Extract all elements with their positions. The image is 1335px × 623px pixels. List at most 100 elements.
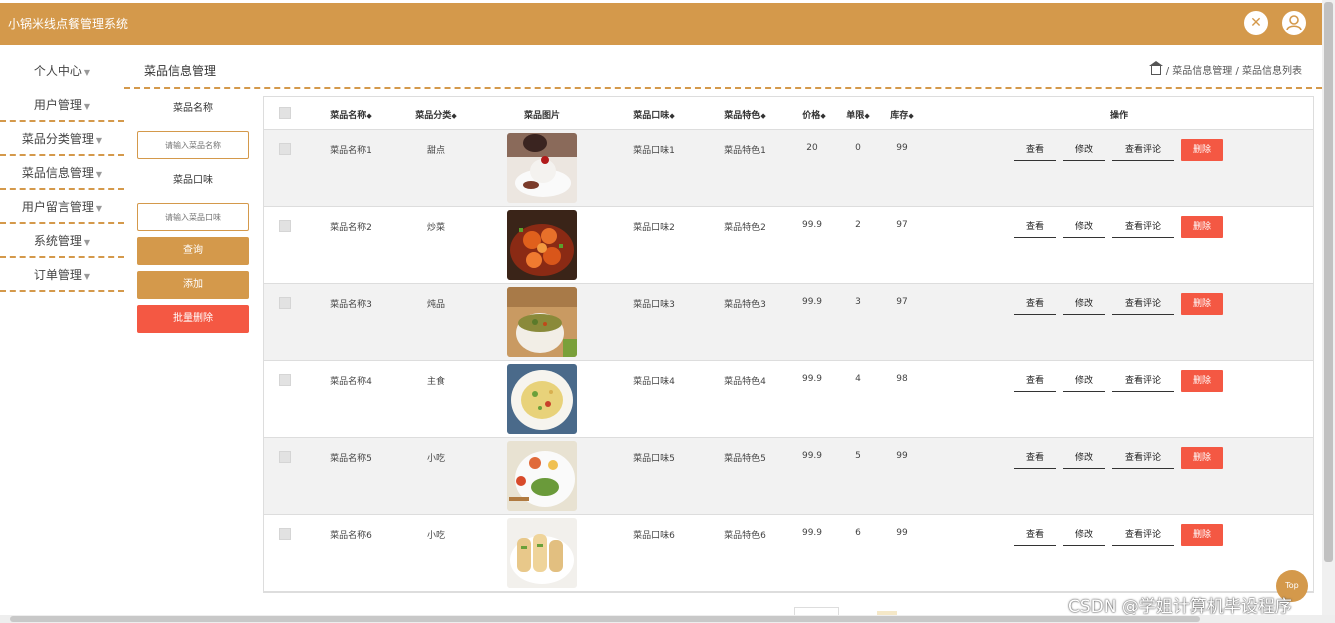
dish-table: 菜品名称◆ 菜品分类◆ 菜品图片 菜品口味◆ 菜品特色◆ 价格◆ 单限◆ 库存◆… (263, 96, 1314, 593)
delete-button[interactable]: 删除 (1181, 139, 1223, 161)
table-row: 菜品名称3 炖品 菜品口味3 菜品特色3 99.9 3 97 查看 修改 查看评… (264, 284, 1313, 361)
sidebar-item-dish-info[interactable]: 菜品信息管理 ▼ (0, 156, 124, 190)
sidebar-item-messages[interactable]: 用户留言管理 ▼ (0, 190, 124, 224)
sort-icon: ◆ (451, 112, 457, 120)
dish-taste-label: 菜品口味 (173, 175, 213, 186)
view-comments-button[interactable]: 查看评论 (1112, 524, 1174, 546)
row-checkbox[interactable] (279, 451, 291, 463)
edit-button[interactable]: 修改 (1063, 447, 1105, 469)
user-icon[interactable] (1282, 11, 1306, 35)
cell-stock: 99 (896, 528, 908, 538)
sidebar-item-label: 菜品信息管理 (21, 166, 94, 180)
col-header-feature[interactable]: 菜品特色◆ (724, 108, 765, 121)
row-checkbox[interactable] (279, 297, 291, 309)
view-button[interactable]: 查看 (1014, 293, 1056, 315)
vertical-scrollbar[interactable] (1322, 0, 1335, 623)
dish-image (507, 364, 577, 434)
cell-taste: 菜品口味3 (633, 300, 675, 310)
chevron-down-icon: ▼ (83, 68, 91, 77)
cell-feature: 菜品特色4 (724, 377, 766, 387)
view-button[interactable]: 查看 (1014, 447, 1056, 469)
col-header-taste[interactable]: 菜品口味◆ (633, 108, 674, 121)
sidebar-item-label: 菜品分类管理 (21, 132, 94, 146)
sort-icon: ◆ (820, 112, 826, 120)
edit-button[interactable]: 修改 (1063, 524, 1105, 546)
table-header: 菜品名称◆ 菜品分类◆ 菜品图片 菜品口味◆ 菜品特色◆ 价格◆ 单限◆ 库存◆… (264, 97, 1313, 130)
cell-category: 小吃 (426, 454, 446, 464)
cell-category: 炖品 (426, 300, 446, 310)
view-comments-button[interactable]: 查看评论 (1112, 370, 1174, 392)
row-checkbox[interactable] (279, 528, 291, 540)
sort-icon: ◆ (366, 112, 372, 120)
col-header-limit[interactable]: 单限◆ (846, 108, 869, 121)
edit-button[interactable]: 修改 (1063, 139, 1105, 161)
delete-button[interactable]: 删除 (1181, 216, 1223, 238)
col-header-stock[interactable]: 库存◆ (890, 108, 913, 121)
cell-stock: 97 (896, 297, 908, 307)
delete-button[interactable]: 删除 (1181, 447, 1223, 469)
cell-limit: 5 (855, 451, 861, 461)
edit-button[interactable]: 修改 (1063, 293, 1105, 315)
col-header-price[interactable]: 价格◆ (802, 108, 825, 121)
dish-name-input[interactable] (137, 131, 249, 159)
view-button[interactable]: 查看 (1014, 216, 1056, 238)
scrollbar-thumb[interactable] (1324, 2, 1333, 562)
cell-feature: 菜品特色1 (724, 146, 766, 156)
sidebar-item-label: 个人中心 (33, 64, 82, 78)
batch-delete-button[interactable]: 批量删除 (137, 305, 249, 333)
col-header-name[interactable]: 菜品名称◆ (330, 108, 371, 121)
cell-price: 99.9 (801, 220, 823, 230)
home-icon[interactable] (1148, 61, 1163, 75)
cell-stock: 98 (896, 374, 908, 384)
cell-taste: 菜品口味1 (633, 146, 675, 156)
delete-button[interactable]: 删除 (1181, 524, 1223, 546)
edit-button[interactable]: 修改 (1063, 216, 1105, 238)
view-comments-button[interactable]: 查看评论 (1112, 216, 1174, 238)
cell-price: 99.9 (801, 374, 823, 384)
select-all-checkbox[interactable] (279, 107, 291, 119)
view-button[interactable]: 查看 (1014, 524, 1056, 546)
cell-category: 炒菜 (426, 223, 446, 233)
col-header-image: 菜品图片 (523, 111, 561, 121)
view-comments-button[interactable]: 查看评论 (1112, 293, 1174, 315)
sidebar-item-users[interactable]: 用户管理 ▼ (0, 88, 124, 122)
view-button[interactable]: 查看 (1014, 370, 1056, 392)
view-comments-button[interactable]: 查看评论 (1112, 447, 1174, 469)
view-comments-button[interactable]: 查看评论 (1112, 139, 1174, 161)
sidebar-item-system[interactable]: 系统管理 ▼ (0, 224, 124, 258)
cell-name: 菜品名称3 (330, 300, 372, 310)
row-checkbox[interactable] (279, 143, 291, 155)
page-header: 菜品信息管理 / 菜品信息管理 / 菜品信息列表 (124, 54, 1322, 89)
search-panel: 菜品名称 菜品口味 查询 添加 批量删除 (137, 96, 249, 339)
sidebar: 个人中心 ▼ 用户管理 ▼ 菜品分类管理 ▼ 菜品信息管理 ▼ 用户留言管理 ▼ 系统管理… (0, 54, 124, 292)
cell-limit: 2 (855, 220, 861, 230)
cell-category: 小吃 (426, 531, 446, 541)
cell-stock: 99 (896, 451, 908, 461)
horizontal-scrollbar[interactable] (0, 615, 1335, 623)
query-button[interactable]: 查询 (137, 237, 249, 265)
scrollbar-thumb[interactable] (10, 616, 1200, 622)
row-checkbox[interactable] (279, 220, 291, 232)
chevron-down-icon: ▼ (95, 136, 103, 145)
add-button[interactable]: 添加 (137, 271, 249, 299)
col-header-category[interactable]: 菜品分类◆ (415, 108, 456, 121)
cell-feature: 菜品特色3 (724, 300, 766, 310)
close-icon[interactable]: ✕ (1244, 11, 1268, 35)
delete-button[interactable]: 删除 (1181, 293, 1223, 315)
chevron-down-icon: ▼ (95, 204, 103, 213)
delete-button[interactable]: 删除 (1181, 370, 1223, 392)
cell-price: 99.9 (801, 451, 823, 461)
dish-taste-input[interactable] (137, 203, 249, 231)
view-button[interactable]: 查看 (1014, 139, 1056, 161)
edit-button[interactable]: 修改 (1063, 370, 1105, 392)
breadcrumb: / 菜品信息管理 / 菜品信息列表 (1148, 61, 1302, 77)
breadcrumb-item[interactable]: 菜品信息管理 (1172, 66, 1232, 77)
sidebar-item-orders[interactable]: 订单管理 ▼ (0, 258, 124, 292)
row-checkbox[interactable] (279, 374, 291, 386)
sidebar-item-label: 用户留言管理 (21, 200, 94, 214)
chevron-down-icon: ▼ (83, 272, 91, 281)
top-bar: 小锅米线点餐管理系统 ✕ (0, 3, 1322, 45)
sidebar-item-personal-center[interactable]: 个人中心 ▼ (0, 54, 124, 88)
table-row: 菜品名称1 甜点 菜品口味1 菜品特色1 20 0 99 查看 修改 查看评论 … (264, 130, 1313, 207)
sidebar-item-dish-category[interactable]: 菜品分类管理 ▼ (0, 122, 124, 156)
